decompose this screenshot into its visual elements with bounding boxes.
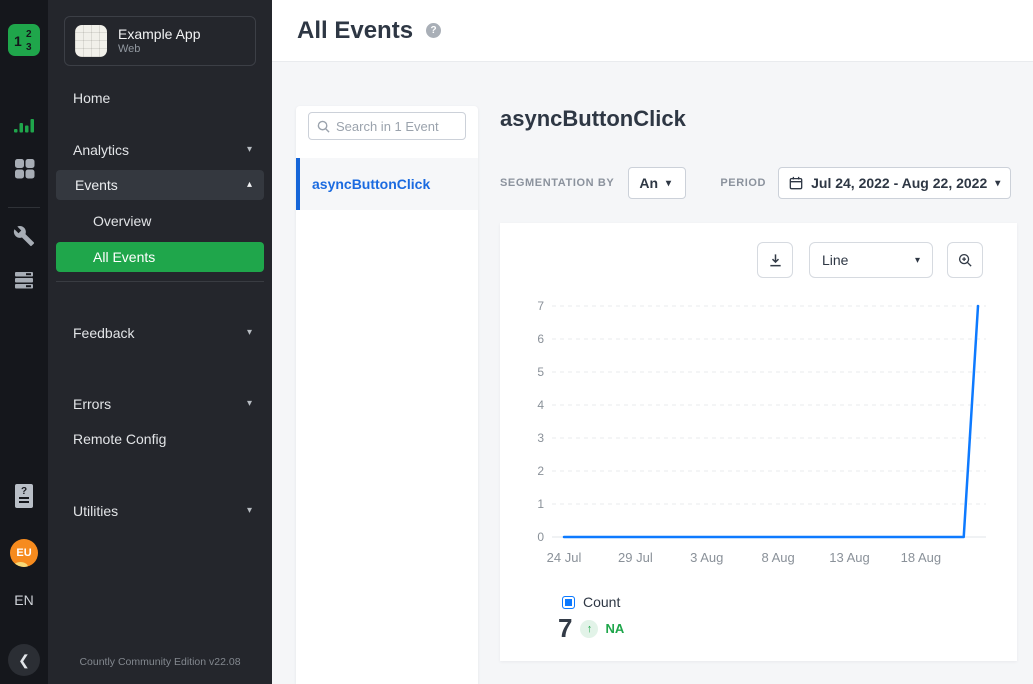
event-search-input[interactable] [336, 119, 456, 134]
svg-text:8 Aug: 8 Aug [762, 550, 795, 565]
sidebar-item-label: Events [75, 177, 118, 193]
help-icon[interactable]: ? [426, 23, 441, 38]
svg-text:3: 3 [26, 42, 32, 53]
download-chart-button[interactable] [757, 242, 793, 278]
svg-text:13 Aug: 13 Aug [829, 550, 870, 565]
svg-text:7: 7 [537, 299, 544, 313]
chevron-down-icon: ▾ [995, 178, 1000, 189]
svg-text:18 Aug: 18 Aug [901, 550, 942, 565]
svg-text:2: 2 [537, 464, 544, 478]
zoom-chart-button[interactable] [947, 242, 983, 278]
sidebar-item-utilities[interactable]: Utilities ▾ [48, 501, 272, 521]
events-line-chart: 0 1 2 3 4 5 6 7 24 Jul 29 Jul 3 Aug 8 Aug 13 Aug 18 A… [500, 283, 1000, 578]
chevron-down-icon: ▾ [666, 178, 671, 189]
legend-checkbox-icon [562, 596, 575, 609]
segmentation-label: SEGMENTATION BY [500, 177, 614, 189]
chevron-down-icon: ▾ [247, 140, 252, 160]
svg-text:6: 6 [537, 332, 544, 346]
event-list-item-selected[interactable]: asyncButtonClick [296, 158, 478, 210]
event-search-box [308, 112, 466, 140]
svg-text:1: 1 [14, 33, 22, 49]
event-detail-title: asyncButtonClick [500, 106, 686, 132]
sidebar-divider [56, 281, 264, 282]
total-count-value: 7 [558, 613, 572, 644]
filter-row: SEGMENTATION BY An ▾ PERIOD Jul 24, 2022… [500, 167, 1011, 199]
app-selector[interactable]: Example App Web [64, 16, 256, 66]
zoom-in-icon [958, 253, 973, 268]
chevron-down-icon: ▾ [247, 323, 252, 343]
trend-up-arrow-icon: ↑ [580, 620, 598, 638]
svg-text:24 Jul: 24 Jul [547, 550, 582, 565]
chevron-down-icon: ▾ [247, 394, 252, 414]
legend-count[interactable]: Count [562, 594, 620, 610]
page-title: All Events [297, 17, 413, 45]
legend-label: Count [583, 594, 620, 610]
download-icon [768, 253, 783, 268]
sidebar-item-label: Utilities [73, 503, 118, 519]
sidebar-item-events[interactable]: Events ▴ [56, 170, 264, 200]
chevron-up-icon: ▴ [247, 170, 252, 200]
sidebar-item-home[interactable]: Home [48, 88, 272, 108]
sidebar-item-label: Analytics [73, 142, 129, 158]
chart-type-select[interactable]: Line ▾ [809, 242, 933, 278]
svg-text:5: 5 [537, 365, 544, 379]
sidebar-item-label: Errors [73, 396, 111, 412]
analytics-bars-icon[interactable] [12, 112, 36, 136]
sidebar-item-label: Feedback [73, 325, 134, 341]
chevron-down-icon: ▾ [247, 501, 252, 521]
svg-text:4: 4 [537, 398, 544, 412]
svg-text:1: 1 [537, 497, 544, 511]
trend-value: NA [605, 621, 624, 636]
sidebar-item-all-events[interactable]: All Events [56, 242, 264, 272]
svg-text:0: 0 [537, 530, 544, 544]
search-icon [317, 120, 330, 133]
language-selector[interactable]: EN [0, 592, 48, 608]
app-name: Example App [118, 26, 201, 43]
collapse-chevron-icon: ❮ [18, 652, 30, 669]
version-footer: Countly Community Edition v22.08 [48, 656, 272, 668]
app-type: Web [118, 43, 201, 56]
chart-type-value: Line [822, 252, 848, 268]
period-value: Jul 24, 2022 - Aug 22, 2022 [811, 175, 987, 191]
chart-card: Line ▾ 0 1 2 3 4 5 6 7 24 Jul 29 Jul 3 Aug 8 Aug 13 … [500, 223, 1017, 661]
svg-text:29 Jul: 29 Jul [618, 550, 653, 565]
user-avatar[interactable]: EU [10, 539, 38, 567]
data-manager-icon[interactable] [12, 268, 36, 292]
svg-text:2: 2 [26, 29, 32, 40]
apps-grid-icon[interactable] [12, 156, 36, 180]
page-header: All Events ? [272, 0, 1033, 62]
sidebar-item-remote-config[interactable]: Remote Config [48, 429, 272, 449]
sidebar-item-errors[interactable]: Errors ▾ [48, 394, 272, 414]
sidebar-item-feedback[interactable]: Feedback ▾ [48, 323, 272, 343]
sidebar-item-analytics[interactable]: Analytics ▾ [48, 140, 272, 160]
icon-rail: 1 2 3 [0, 0, 48, 684]
segmentation-select[interactable]: An ▾ [628, 167, 686, 199]
sidebar-item-overview[interactable]: Overview [48, 211, 272, 231]
chevron-down-icon: ▾ [915, 255, 920, 266]
segmentation-value: An [639, 175, 658, 191]
wrench-icon[interactable] [12, 224, 36, 248]
app-icon [75, 25, 107, 57]
feedback-survey-icon[interactable]: ? [12, 484, 36, 508]
summary-row: 7 ↑ NA [558, 613, 624, 644]
period-select[interactable]: Jul 24, 2022 - Aug 22, 2022 ▾ [778, 167, 1011, 199]
svg-text:?: ? [21, 486, 27, 497]
rail-divider [8, 207, 40, 208]
period-label: PERIOD [720, 177, 766, 189]
main-content: All Events ? asyncButtonClick asyncButto… [272, 0, 1033, 684]
events-list-panel: asyncButtonClick [296, 106, 478, 684]
sidebar: Example App Web Home Analytics ▾ Events … [48, 0, 272, 684]
calendar-icon [789, 176, 803, 190]
sidebar-collapse-button[interactable]: ❮ [8, 644, 40, 676]
svg-text:3 Aug: 3 Aug [690, 550, 723, 565]
svg-text:3: 3 [537, 431, 544, 445]
countly-logo-icon[interactable]: 1 2 3 [8, 24, 40, 56]
